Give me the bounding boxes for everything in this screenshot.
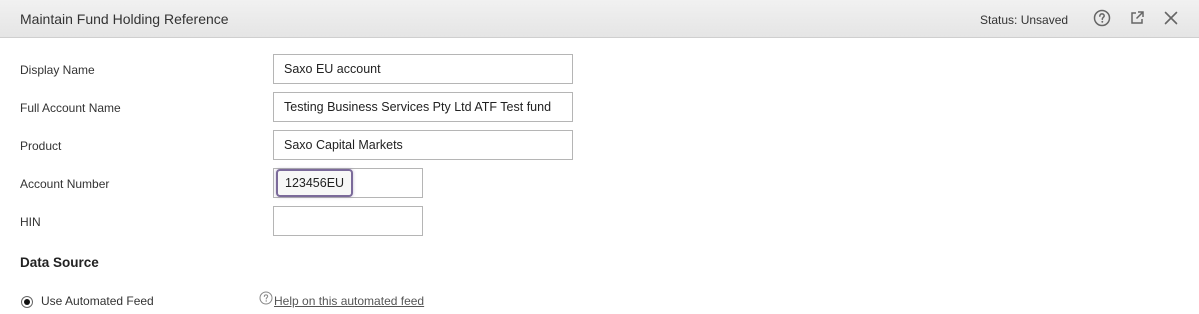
- open-external-icon: [1131, 11, 1144, 24]
- automated-feed-help-link[interactable]: Help on this automated feed: [274, 294, 424, 308]
- display-name-label: Display Name: [20, 63, 95, 77]
- full-account-name-label: Full Account Name: [20, 101, 121, 115]
- hin-label: HIN: [20, 215, 41, 229]
- full-account-name-input[interactable]: [273, 92, 573, 122]
- display-name-input[interactable]: [273, 54, 573, 84]
- product-input[interactable]: [273, 130, 573, 160]
- account-number-input[interactable]: [276, 169, 353, 197]
- use-automated-feed-radio[interactable]: [21, 296, 33, 308]
- radio-selected-dot: [24, 299, 30, 305]
- account-number-label: Account Number: [20, 177, 110, 191]
- dialog-header: Maintain Fund Holding Reference Status: …: [0, 0, 1199, 38]
- help-button[interactable]: [1092, 8, 1112, 28]
- close-button[interactable]: [1161, 8, 1181, 28]
- help-icon: [1093, 9, 1111, 27]
- use-automated-feed-label[interactable]: Use Automated Feed: [41, 294, 154, 308]
- close-icon: [1164, 11, 1178, 25]
- open-external-button[interactable]: [1127, 8, 1147, 28]
- product-label: Product: [20, 139, 62, 153]
- question-circle-icon: [259, 291, 273, 305]
- data-source-heading: Data Source: [20, 255, 99, 270]
- hin-input[interactable]: [273, 206, 423, 236]
- status-text: Status: Unsaved: [980, 13, 1069, 27]
- dialog-title: Maintain Fund Holding Reference: [20, 11, 229, 27]
